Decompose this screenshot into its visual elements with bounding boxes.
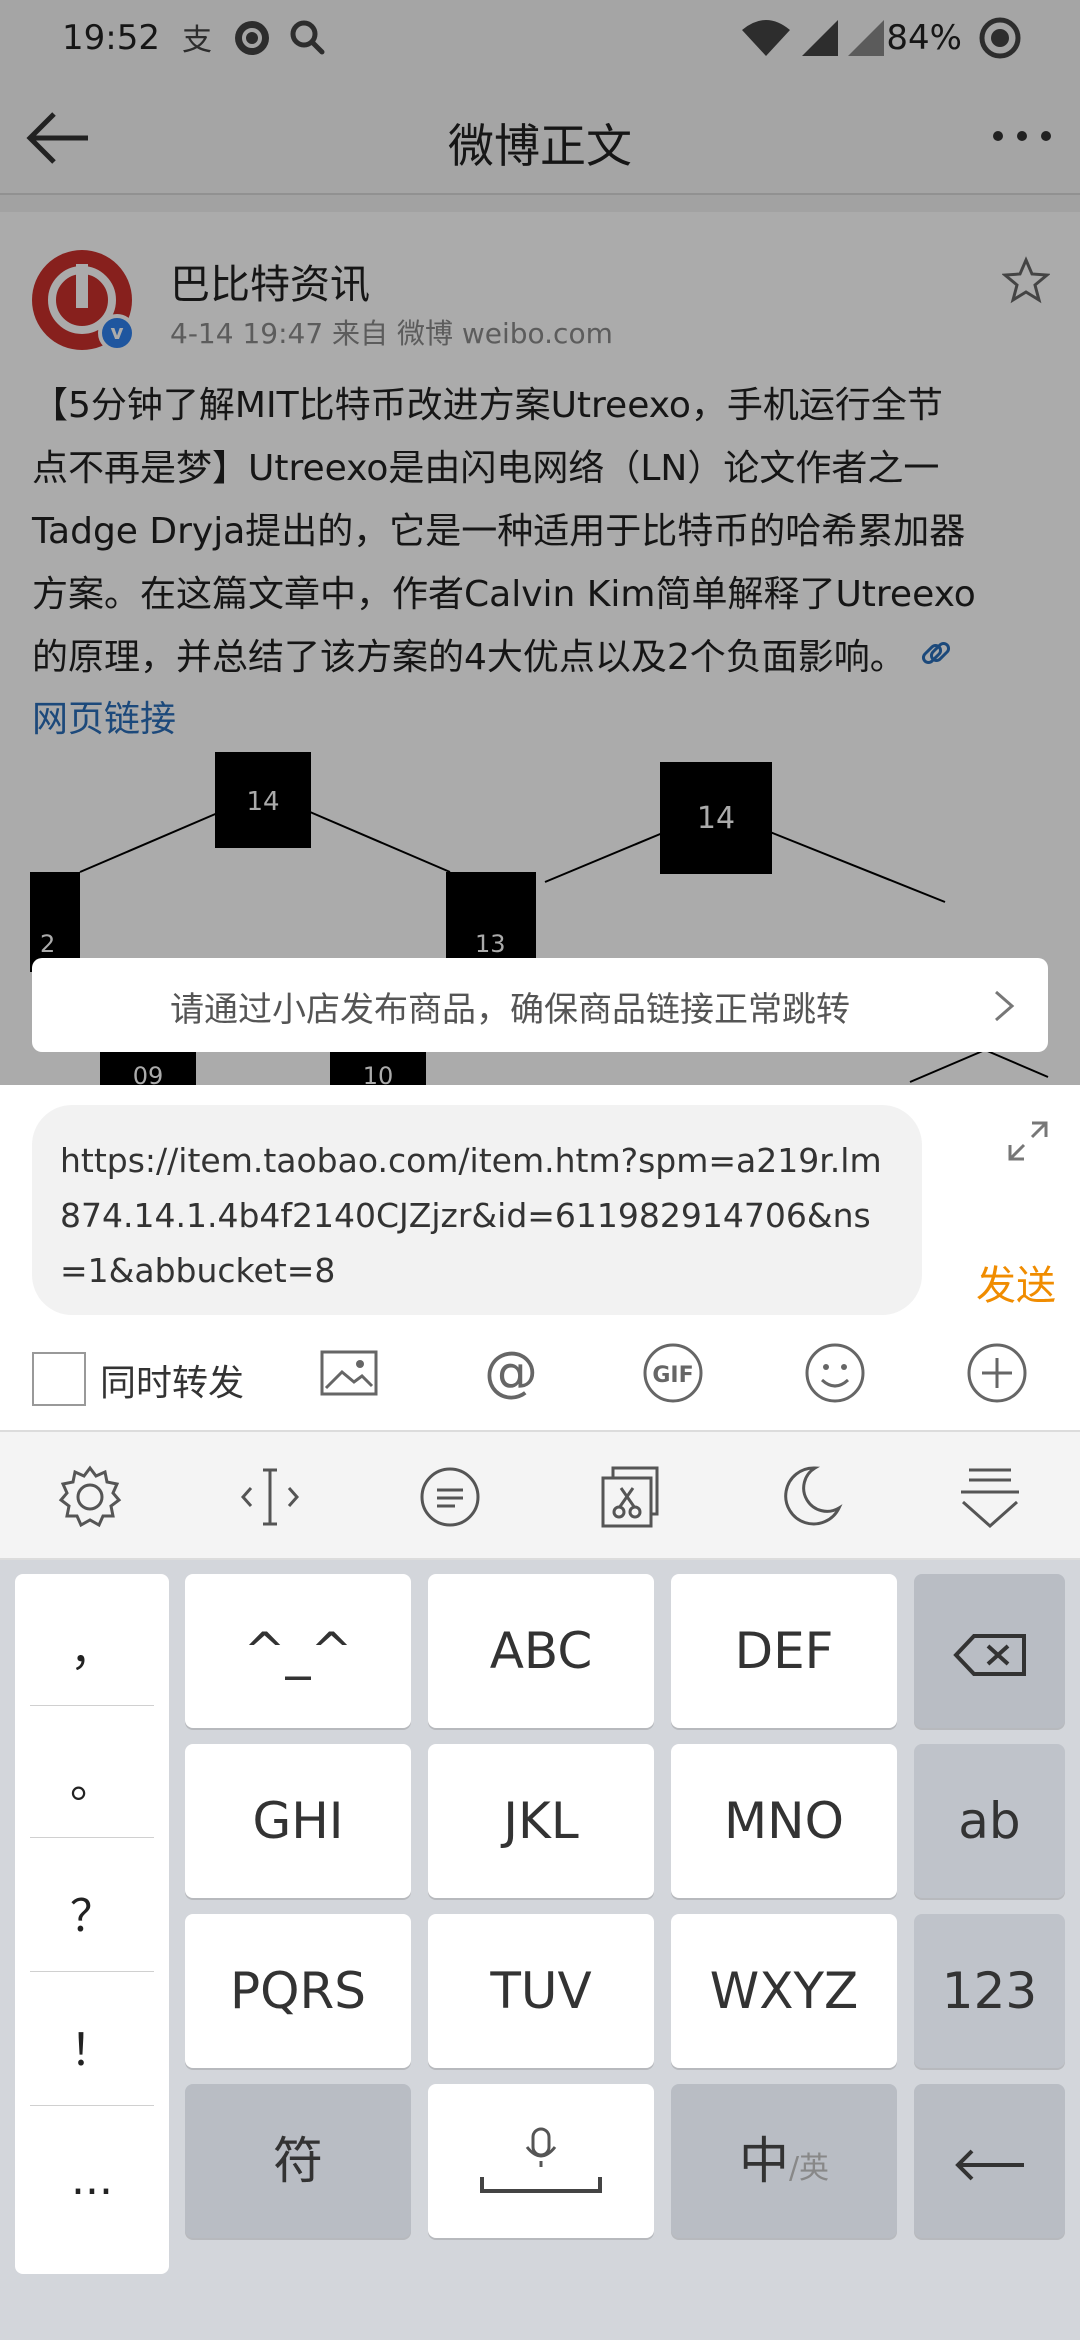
image-icon[interactable]: [316, 1340, 382, 1406]
language-switch-key[interactable]: 中/英: [671, 2084, 897, 2238]
cursor-icon[interactable]: [235, 1462, 305, 1532]
weibo-post-page: 19:52 支 84% 微博正文 v 巴比特资讯 4-14 19:47 来自 微…: [0, 0, 1080, 1085]
key-emoticon[interactable]: ^_^: [185, 1574, 411, 1728]
punctuation-key[interactable]: ？: [30, 1880, 154, 1972]
punctuation-key[interactable]: ，: [30, 1614, 154, 1706]
key-ghi[interactable]: GHI: [185, 1744, 411, 1898]
gear-icon[interactable]: [55, 1462, 125, 1532]
key-mno[interactable]: MNO: [671, 1744, 897, 1898]
key-abc[interactable]: ABC: [428, 1574, 654, 1728]
repost-label[interactable]: 同时转发: [100, 1354, 244, 1406]
language-sub-label: /英: [788, 2151, 830, 2186]
chevron-right-icon: [992, 988, 1016, 1028]
key-ab[interactable]: ab: [914, 1744, 1065, 1898]
comment-input[interactable]: https://item.taobao.com/item.htm?spm=a21…: [32, 1105, 922, 1315]
svg-text:GIF: GIF: [652, 1363, 693, 1388]
key-wxyz[interactable]: WXYZ: [671, 1914, 897, 2068]
expand-icon[interactable]: [1006, 1119, 1050, 1167]
key-def[interactable]: DEF: [671, 1574, 897, 1728]
clipboard-icon[interactable]: [595, 1462, 665, 1532]
add-icon[interactable]: [964, 1340, 1030, 1406]
keyboard-toolbar: [0, 1430, 1080, 1560]
dim-overlay[interactable]: [0, 0, 1080, 1085]
keyboard: ， 。 ？ ！ ... ^_^ ABC DEF GHI JKL MNO ab P…: [0, 1430, 1080, 2340]
key-jkl[interactable]: JKL: [428, 1744, 654, 1898]
notice-text: 请通过小店发布商品，确保商品链接正常跳转: [170, 990, 850, 1030]
notice-banner[interactable]: 请通过小店发布商品，确保商品链接正常跳转: [32, 958, 1048, 1052]
language-main-label: 中: [738, 2132, 789, 2190]
mention-icon[interactable]: @: [478, 1340, 544, 1406]
punctuation-column: ， 。 ？ ！ ...: [15, 1574, 169, 2274]
svg-text:@: @: [484, 1340, 538, 1403]
repost-checkbox[interactable]: [32, 1352, 86, 1406]
space-key[interactable]: [428, 2084, 654, 2238]
enter-key[interactable]: [914, 2084, 1065, 2238]
punctuation-key[interactable]: ...: [30, 2154, 154, 2246]
gif-icon[interactable]: GIF: [640, 1340, 706, 1406]
key-symbol[interactable]: 符: [185, 2084, 411, 2238]
chat-icon[interactable]: [415, 1462, 485, 1532]
send-button[interactable]: 发送: [976, 1253, 1056, 1311]
emoji-icon[interactable]: [802, 1340, 868, 1406]
key-123[interactable]: 123: [914, 1914, 1065, 2068]
compose-toolbar: 同时转发 @ GIF: [0, 1340, 1080, 1430]
backspace-key[interactable]: [914, 1574, 1065, 1728]
moon-icon[interactable]: [775, 1462, 845, 1532]
punctuation-key[interactable]: ！: [30, 2014, 154, 2106]
punctuation-key[interactable]: 。: [30, 1746, 154, 1838]
key-pqrs[interactable]: PQRS: [185, 1914, 411, 2068]
collapse-keyboard-icon[interactable]: [955, 1462, 1025, 1532]
comment-compose: https://item.taobao.com/item.htm?spm=a21…: [0, 1085, 1080, 1430]
key-tuv[interactable]: TUV: [428, 1914, 654, 2068]
